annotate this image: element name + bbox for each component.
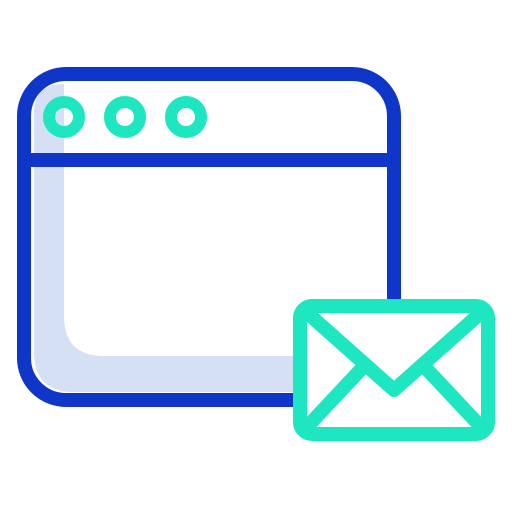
window-dot-icon xyxy=(165,96,207,138)
browser-window-mail-icon xyxy=(17,67,495,441)
window-shadow-fill xyxy=(34,164,300,392)
window-dots xyxy=(43,96,207,138)
mail-envelope-icon xyxy=(293,299,495,441)
window-dot-icon xyxy=(104,96,146,138)
icon-canvas xyxy=(0,0,512,512)
